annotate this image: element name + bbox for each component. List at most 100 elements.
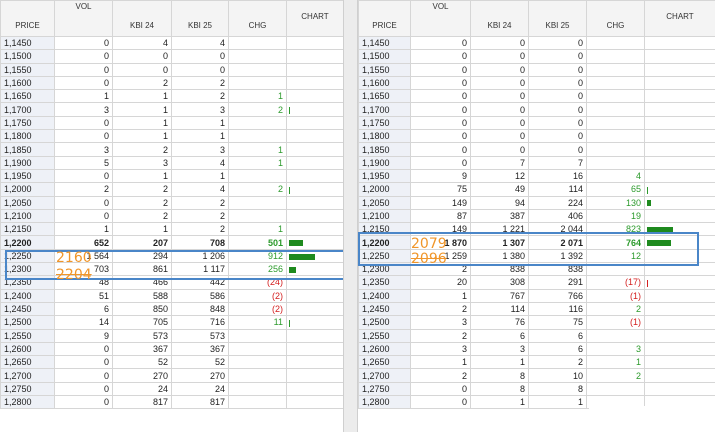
table-row[interactable]: 1,1600 0 0 0 bbox=[358, 75, 715, 91]
table-row[interactable]: 1,2150 149 1 221 2 044 823 bbox=[358, 222, 715, 237]
kbi25-cell: 75 bbox=[528, 315, 587, 330]
table-row[interactable]: 1,1950 9 12 16 4 bbox=[358, 168, 715, 184]
table-row[interactable]: 1,1700 0 0 0 bbox=[358, 102, 715, 117]
kbi25-cell: 367 bbox=[171, 341, 229, 357]
table-row[interactable]: 1,2400 51 588 586 (2) bbox=[0, 288, 343, 303]
vol-cell: 0 bbox=[410, 62, 471, 77]
panel-divider[interactable] bbox=[343, 0, 358, 432]
kbi25-cell: 0 bbox=[171, 62, 229, 77]
table-row[interactable]: 1,1500 0 0 0 bbox=[358, 49, 715, 64]
kbi24-cell: 4 bbox=[112, 35, 172, 51]
table-row[interactable]: 1,2550 2 6 6 bbox=[358, 328, 715, 343]
table-row[interactable]: 1,2800 0 817 817 bbox=[0, 395, 343, 410]
table-row[interactable]: 1,1850 3 2 3 1 bbox=[0, 142, 343, 157]
kbi25-cell: 114 bbox=[528, 182, 587, 197]
table-row[interactable]: 1,2700 2 8 10 2 bbox=[358, 368, 715, 383]
table-row[interactable]: 1,1650 1 1 2 1 bbox=[0, 89, 343, 104]
kbi24-cell: 466 bbox=[112, 275, 172, 290]
table-row[interactable]: 1,1750 0 0 0 bbox=[358, 115, 715, 131]
table-row[interactable]: 1,1650 0 0 0 bbox=[358, 89, 715, 104]
table-row[interactable]: 1,1500 0 0 0 bbox=[0, 49, 343, 64]
col-header-chg[interactable]: CHG bbox=[586, 0, 645, 37]
chart-cell bbox=[286, 328, 343, 343]
kbi25-cell: 3 bbox=[171, 102, 229, 117]
table-row[interactable]: 1,2700 0 270 270 bbox=[0, 368, 343, 383]
table-row[interactable]: 1,2650 1 1 2 1 bbox=[358, 355, 715, 370]
kbi24-cell: 705 bbox=[112, 315, 172, 330]
kbi25-cell: 2 044 bbox=[528, 222, 587, 237]
table-row[interactable]: 1,2500 3 76 75 (1) bbox=[358, 315, 715, 330]
price-cell: 1,1850 bbox=[358, 142, 411, 157]
chg-cell bbox=[586, 75, 645, 91]
col-header-chart[interactable]: CHART bbox=[286, 0, 343, 37]
col-header-kbi25[interactable]: KBI 25 bbox=[171, 0, 229, 37]
table-row[interactable]: 1,2450 2 114 116 2 bbox=[358, 301, 715, 317]
col-header-kbi24[interactable]: KBI 24 bbox=[112, 0, 172, 37]
table-row[interactable]: 1,1700 3 1 3 2 bbox=[0, 102, 343, 117]
price-cell: 1,1650 bbox=[358, 89, 411, 104]
table-row[interactable]: 1,2350 48 466 442 (24) bbox=[0, 275, 343, 290]
table-row[interactable]: 1,2600 3 3 6 3 bbox=[358, 341, 715, 357]
table-row[interactable]: 1,1800 0 1 1 bbox=[0, 129, 343, 144]
table-row[interactable]: 1,2000 2 2 4 2 bbox=[0, 182, 343, 197]
chart-cell bbox=[286, 49, 343, 64]
header-row: PRICE VOL KBI 24 KBI 25 CHG CHART bbox=[358, 0, 715, 37]
chg-tick bbox=[289, 186, 290, 194]
table-row[interactable]: 1,2750 0 24 24 bbox=[0, 381, 343, 397]
table-row[interactable]: 1,2350 20 308 291 (17) bbox=[358, 275, 715, 290]
table-row[interactable]: 1,1850 0 0 0 bbox=[358, 142, 715, 157]
kbi25-cell: 16 bbox=[528, 168, 587, 184]
table-row[interactable]: 1,1600 0 2 2 bbox=[0, 75, 343, 91]
table-row[interactable]: 1,1900 5 3 4 1 bbox=[0, 155, 343, 170]
chg-cell bbox=[586, 49, 645, 64]
table-row[interactable]: 1,2100 87 387 406 19 bbox=[358, 208, 715, 224]
table-row[interactable]: 1,2050 0 2 2 bbox=[0, 195, 343, 210]
col-header-vol[interactable]: VOL bbox=[410, 0, 471, 37]
table-row[interactable]: 1,1450 0 0 0 bbox=[358, 35, 715, 51]
table-row[interactable]: 1,1750 0 1 1 bbox=[0, 115, 343, 131]
kbi24-cell: 0 bbox=[470, 35, 529, 51]
table-row[interactable]: 1,2500 14 705 716 11 bbox=[0, 315, 343, 330]
table-row[interactable]: 1,2450 6 850 848 (2) bbox=[0, 301, 343, 317]
table-row[interactable]: 1,1450 0 4 4 bbox=[0, 35, 343, 51]
kbi25-cell: 224 bbox=[528, 195, 587, 210]
kbi24-cell: 1 307 bbox=[470, 235, 529, 250]
price-cell: 1,1700 bbox=[0, 102, 55, 117]
table-row[interactable]: 1,2400 1 767 766 (1) bbox=[358, 288, 715, 303]
vol-cell: 0 bbox=[410, 102, 471, 117]
table-row[interactable]: 1,2050 149 94 224 130 bbox=[358, 195, 715, 210]
col-header-kbi24[interactable]: KBI 24 bbox=[470, 0, 529, 37]
table-row[interactable]: 1,2150 1 1 2 1 bbox=[0, 222, 343, 237]
table-row[interactable]: 1,2750 0 8 8 bbox=[358, 381, 715, 397]
table-row[interactable]: 1,2250 1 564 294 1 206 912 bbox=[0, 248, 343, 264]
col-header-price[interactable]: PRICE bbox=[0, 0, 55, 37]
col-header-price[interactable]: PRICE bbox=[358, 0, 411, 37]
vol-cell: 0 bbox=[54, 75, 113, 91]
kbi25-cell: 573 bbox=[171, 328, 229, 343]
table-row[interactable]: 1,2200 652 207 708 501 bbox=[0, 235, 343, 250]
table-row[interactable]: 1,1950 0 1 1 bbox=[0, 168, 343, 184]
price-cell: 1,2700 bbox=[0, 368, 55, 383]
col-header-kbi25[interactable]: KBI 25 bbox=[528, 0, 587, 37]
table-row[interactable]: 1,1550 0 0 0 bbox=[0, 62, 343, 77]
kbi24-cell: 1 bbox=[112, 129, 172, 144]
kbi25-cell: 0 bbox=[528, 35, 587, 51]
col-header-vol[interactable]: VOL bbox=[54, 0, 113, 37]
table-row[interactable]: 1,2550 9 573 573 bbox=[0, 328, 343, 343]
table-row[interactable]: 1,2600 0 367 367 bbox=[0, 341, 343, 357]
vol-cell: 0 bbox=[54, 355, 113, 370]
table-row[interactable]: 1,1550 0 0 0 bbox=[358, 62, 715, 77]
chg-cell: 2 bbox=[586, 301, 645, 317]
table-row[interactable]: 1,2650 0 52 52 bbox=[0, 355, 343, 370]
chart-cell bbox=[644, 129, 715, 144]
col-header-chg[interactable]: CHG bbox=[228, 0, 287, 37]
kbi24-cell: 0 bbox=[470, 49, 529, 64]
kbi25-cell: 442 bbox=[171, 275, 229, 290]
table-row[interactable]: 1,2300 703 861 1 117 256 bbox=[0, 262, 343, 277]
table-row[interactable]: 1,1800 0 0 0 bbox=[358, 129, 715, 144]
table-row[interactable]: 1,1900 0 7 7 bbox=[358, 155, 715, 170]
col-header-chart[interactable]: CHART bbox=[644, 0, 715, 37]
vol-cell: 0 bbox=[410, 155, 471, 170]
table-row[interactable]: 1,2100 0 2 2 bbox=[0, 208, 343, 224]
table-row[interactable]: 1,2000 75 49 114 65 bbox=[358, 182, 715, 197]
